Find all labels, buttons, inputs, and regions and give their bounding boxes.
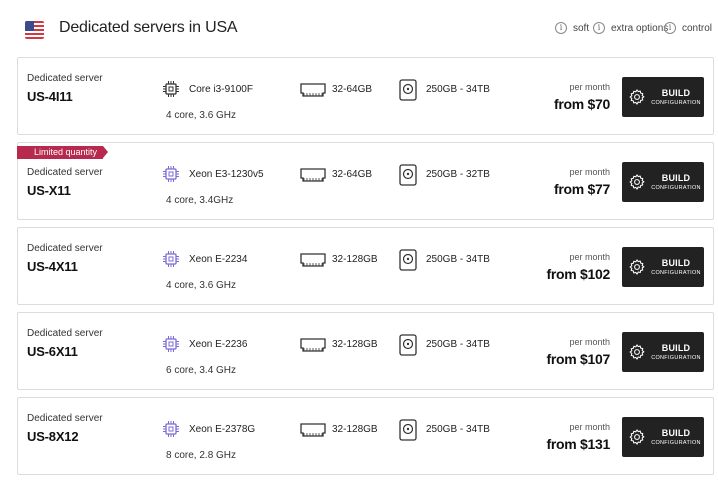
server-caption: Dedicated server: [27, 167, 103, 178]
cpu-icon: [163, 421, 179, 437]
header-option-label: soft: [573, 22, 590, 34]
server-caption: Dedicated server: [27, 328, 103, 339]
ram-value: 32-128GB: [332, 254, 378, 265]
header-option-label: extra options: [611, 22, 669, 34]
info-icon: i: [664, 22, 676, 34]
gear-icon: [629, 89, 645, 105]
us-flag-icon: [25, 21, 44, 39]
ram-value: 32-64GB: [332, 84, 373, 95]
server-card: Dedicated server US-4I11 Core i3-9100F 4…: [17, 57, 714, 135]
build-configuration-button[interactable]: BUILD CONFIGURATION: [622, 417, 704, 457]
per-month-label: per month: [569, 82, 610, 92]
build-label: BUILD: [661, 343, 691, 353]
cpu-model: Xeon E-2236: [189, 339, 248, 350]
info-icon: i: [593, 22, 605, 34]
build-configuration-button[interactable]: BUILD CONFIGURATION: [622, 247, 704, 287]
server-name: US-6X11: [27, 344, 78, 359]
server-caption: Dedicated server: [27, 73, 103, 84]
ram-value: 32-128GB: [332, 339, 378, 350]
cpu-icon: [163, 166, 179, 182]
cpu-icon: [163, 251, 179, 267]
server-name: US-X11: [27, 183, 71, 198]
per-month-label: per month: [569, 167, 610, 177]
build-label: BUILD: [661, 88, 691, 98]
disk-icon: [399, 164, 417, 186]
server-card: Dedicated server US-8X12 Xeon E-2378G 8 …: [17, 397, 714, 475]
price: from $70: [554, 96, 610, 112]
disk-value: 250GB - 34TB: [426, 424, 490, 435]
ram-icon: [300, 168, 326, 182]
server-name: US-4X11: [27, 259, 78, 274]
info-icon: i: [555, 22, 567, 34]
cpu-icon: [163, 81, 179, 97]
build-sub-label: CONFIGURATION: [651, 100, 701, 106]
per-month-label: per month: [569, 422, 610, 432]
disk-icon: [399, 419, 417, 441]
build-sub-label: CONFIGURATION: [651, 185, 701, 191]
cpu-icon: [163, 336, 179, 352]
gear-icon: [629, 174, 645, 190]
header-option-label: control: [682, 22, 713, 34]
price: from $131: [546, 436, 611, 452]
cpu-model: Core i3-9100F: [189, 84, 253, 95]
build-sub-label: CONFIGURATION: [651, 440, 701, 446]
ram-icon: [300, 423, 326, 437]
disk-value: 250GB - 32TB: [426, 169, 490, 180]
header-option-soft[interactable]: i soft: [555, 22, 589, 34]
disk-icon: [399, 79, 417, 101]
build-configuration-button[interactable]: BUILD CONFIGURATION: [622, 332, 704, 372]
header-option-control[interactable]: i control: [664, 22, 712, 34]
build-label: BUILD: [661, 258, 691, 268]
cpu-model: Xeon E-2378G: [189, 424, 256, 435]
limited-quantity-badge: Limited quantity: [17, 146, 109, 159]
gear-icon: [629, 429, 645, 445]
page-title: Dedicated servers in USA: [59, 19, 238, 36]
ram-value: 32-128GB: [332, 424, 378, 435]
per-month-label: per month: [569, 337, 610, 347]
disk-value: 250GB - 34TB: [426, 254, 490, 265]
cpu-detail: 6 core, 3.4 GHz: [166, 365, 237, 376]
server-caption: Dedicated server: [27, 243, 103, 254]
build-configuration-button[interactable]: BUILD CONFIGURATION: [622, 77, 704, 117]
price: from $77: [554, 181, 610, 197]
ram-icon: [300, 338, 326, 352]
cpu-model: Xeon E-2234: [189, 254, 248, 265]
price: from $102: [546, 266, 611, 282]
server-name: US-4I11: [27, 89, 73, 104]
price: from $107: [546, 351, 611, 367]
ram-icon: [300, 253, 326, 267]
build-label: BUILD: [661, 428, 691, 438]
ram-value: 32-64GB: [332, 169, 373, 180]
build-label: BUILD: [661, 173, 691, 183]
gear-icon: [629, 259, 645, 275]
server-card: Dedicated server US-6X11 Xeon E-2236 6 c…: [17, 312, 714, 390]
server-name: US-8X12: [27, 429, 79, 444]
build-sub-label: CONFIGURATION: [651, 355, 701, 361]
build-configuration-button[interactable]: BUILD CONFIGURATION: [622, 162, 704, 202]
gear-icon: [629, 344, 645, 360]
per-month-label: per month: [569, 252, 610, 262]
server-card: Dedicated server US-X11 Xeon E3-1230v5 4…: [17, 142, 714, 220]
server-caption: Dedicated server: [27, 413, 103, 424]
page-header: Dedicated servers in USA i soft i extra …: [0, 0, 718, 58]
cpu-detail: 4 core, 3.6 GHz: [166, 110, 237, 121]
server-card: Dedicated server US-4X11 Xeon E-2234 4 c…: [17, 227, 714, 305]
disk-value: 250GB - 34TB: [426, 339, 490, 350]
header-option-extra-options[interactable]: i extra options: [593, 22, 668, 34]
cpu-detail: 4 core, 3.6 GHz: [166, 280, 237, 291]
disk-value: 250GB - 34TB: [426, 84, 490, 95]
disk-icon: [399, 334, 417, 356]
build-sub-label: CONFIGURATION: [651, 270, 701, 276]
cpu-detail: 4 core, 3.4GHz: [166, 195, 234, 206]
cpu-detail: 8 core, 2.8 GHz: [166, 450, 237, 461]
ram-icon: [300, 83, 326, 97]
disk-icon: [399, 249, 417, 271]
cpu-model: Xeon E3-1230v5: [189, 169, 264, 180]
